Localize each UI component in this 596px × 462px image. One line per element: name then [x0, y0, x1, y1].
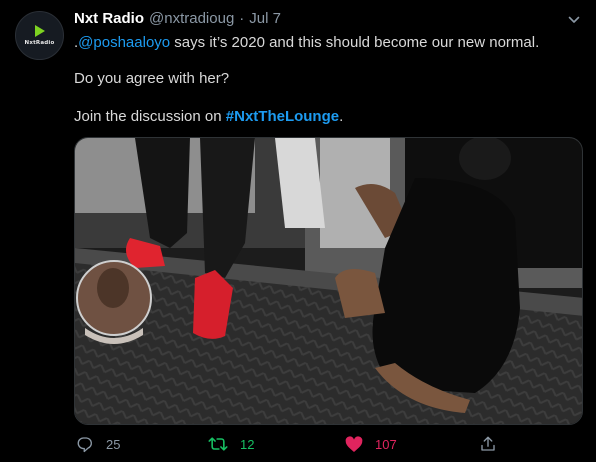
play-logo-icon [34, 25, 45, 37]
like-count: 107 [375, 436, 397, 452]
line1-rest: says it’s 2020 and this should become ou… [170, 34, 540, 51]
like-button[interactable]: 107 [345, 432, 397, 456]
share-button[interactable] [479, 432, 509, 456]
share-icon [481, 436, 495, 451]
tweet-media-photo[interactable] [74, 137, 583, 425]
retweet-icon [208, 437, 228, 451]
more-options-chevron-down-icon[interactable] [568, 14, 580, 26]
reply-button[interactable]: 25 [76, 432, 120, 456]
line3-suffix: . [339, 108, 344, 125]
reply-count: 25 [106, 436, 121, 452]
user-handle[interactable]: @nxtradioug [149, 10, 234, 27]
tweet-date[interactable]: Jul 7 [249, 10, 281, 27]
tweet-text-line-3: Join the discussion on #NxtTheLounge. [74, 107, 343, 127]
hashtag-link[interactable]: #NxtTheLounge [226, 108, 339, 125]
tweet-header: Nxt Radio @nxtradioug · Jul 7 [74, 10, 584, 32]
retweet-button[interactable]: 12 [208, 432, 254, 456]
reply-icon [77, 437, 92, 453]
line3-prefix: Join the discussion on [74, 108, 226, 125]
tweet-actions: 25 12 107 [74, 432, 504, 456]
photo-illustration [75, 138, 582, 424]
mention-link[interactable]: @poshaaloyo [78, 34, 170, 51]
avatar[interactable]: NxtRadio [15, 11, 64, 60]
separator-dot: · [239, 10, 245, 27]
tweet-content: Nxt Radio @nxtradioug · Jul 7 .@poshaalo… [74, 10, 584, 125]
display-name[interactable]: Nxt Radio [74, 10, 144, 27]
heart-icon [345, 435, 363, 452]
tweet[interactable]: NxtRadio Nxt Radio @nxtradioug · Jul 7 .… [0, 0, 596, 462]
tweet-text-line-1: .@poshaaloyo says it’s 2020 and this sho… [74, 33, 539, 53]
avatar-brand-text: NxtRadio [24, 40, 55, 46]
avatar-column: NxtRadio [15, 11, 64, 60]
tweet-text-line-2: Do you agree with her? [74, 70, 230, 87]
retweet-count: 12 [240, 436, 255, 452]
